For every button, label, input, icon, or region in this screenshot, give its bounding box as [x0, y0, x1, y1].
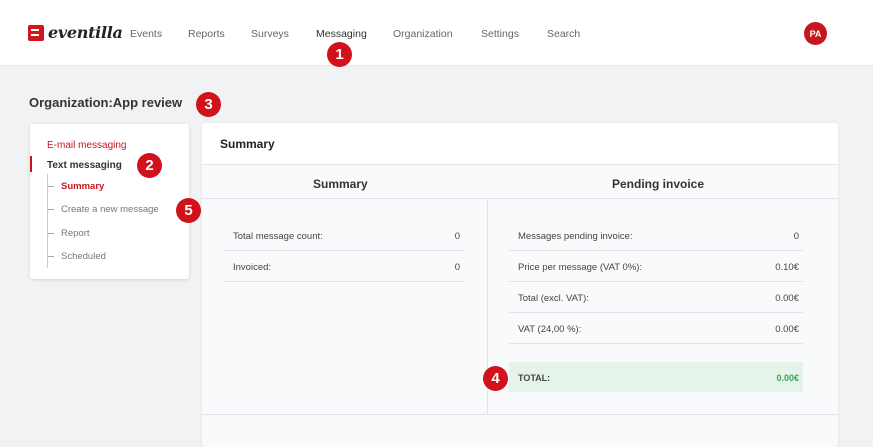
- card-title: Summary: [220, 137, 275, 151]
- sidebar-item-text-messaging[interactable]: Text messaging: [47, 160, 122, 171]
- row-value: 0: [454, 262, 460, 273]
- nav-organization[interactable]: Organization: [393, 28, 453, 40]
- nav-events[interactable]: Events: [130, 28, 162, 40]
- card-header: Summary: [202, 123, 838, 165]
- nav-messaging[interactable]: Messaging: [316, 28, 367, 40]
- row-label: Invoiced:: [233, 262, 272, 273]
- pending-row: VAT (24,00 %): 0.00€: [509, 313, 803, 344]
- sidebar-item-summary[interactable]: Summary: [48, 181, 104, 192]
- active-section-indicator: [30, 156, 32, 172]
- pending-row: Messages pending invoice: 0: [509, 220, 803, 251]
- eventilla-logo[interactable]: eventilla: [28, 23, 123, 42]
- page-title: Organization:App review: [29, 95, 183, 110]
- summary-column-heading: Summary: [313, 177, 368, 191]
- sidebar-item-email-messaging[interactable]: E-mail messaging: [47, 140, 126, 151]
- summary-row: Invoiced: 0: [224, 251, 464, 282]
- annotation-marker-2: 2: [137, 153, 162, 178]
- row-label: Total (excl. VAT):: [518, 293, 589, 304]
- row-label: VAT (24,00 %):: [518, 324, 582, 335]
- logo-icon: [28, 24, 44, 41]
- total-label: TOTAL:: [518, 373, 551, 383]
- pending-row: Price per message (VAT 0%): 0.10€: [509, 251, 803, 282]
- summary-card: Summary Summary Pending invoice Total me…: [202, 123, 838, 447]
- sidebar-item-create-new-message[interactable]: Create a new message: [48, 204, 159, 215]
- summary-row: Total message count: 0: [224, 220, 464, 251]
- nav-reports[interactable]: Reports: [188, 28, 225, 40]
- row-label: Total message count:: [233, 231, 323, 242]
- row-value: 0.10€: [775, 262, 799, 273]
- row-label: Price per message (VAT 0%):: [518, 262, 643, 273]
- row-value: 0.00€: [775, 324, 799, 335]
- nav-settings[interactable]: Settings: [481, 28, 519, 40]
- row-value: 0.00€: [775, 293, 799, 304]
- nav-search[interactable]: Search: [547, 28, 580, 40]
- annotation-marker-3: 3: [196, 92, 221, 117]
- pending-row: Total (excl. VAT): 0.00€: [509, 282, 803, 313]
- column-headings: Summary Pending invoice: [202, 165, 838, 199]
- user-avatar[interactable]: PA: [804, 22, 827, 45]
- messaging-side-menu: E-mail messaging Text messaging Summary …: [30, 124, 189, 279]
- total-row: TOTAL: 0.00€: [509, 362, 803, 392]
- logo-text: eventilla: [48, 23, 123, 42]
- annotation-marker-1: 1: [327, 42, 352, 67]
- annotation-marker-5: 5: [176, 198, 201, 223]
- card-footer-divider: [202, 414, 838, 415]
- top-navigation-bar: eventilla Events Reports Surveys Messagi…: [0, 0, 873, 66]
- sidebar-item-report[interactable]: Report: [48, 228, 90, 239]
- row-label: Messages pending invoice:: [518, 231, 633, 242]
- row-value: 0: [793, 231, 799, 242]
- row-value: 0: [454, 231, 460, 242]
- pending-invoice-column-heading: Pending invoice: [612, 177, 705, 191]
- total-value: 0.00€: [776, 373, 799, 383]
- annotation-marker-4: 4: [483, 366, 508, 391]
- nav-surveys[interactable]: Surveys: [251, 28, 289, 40]
- sidebar-item-scheduled[interactable]: Scheduled: [48, 251, 106, 262]
